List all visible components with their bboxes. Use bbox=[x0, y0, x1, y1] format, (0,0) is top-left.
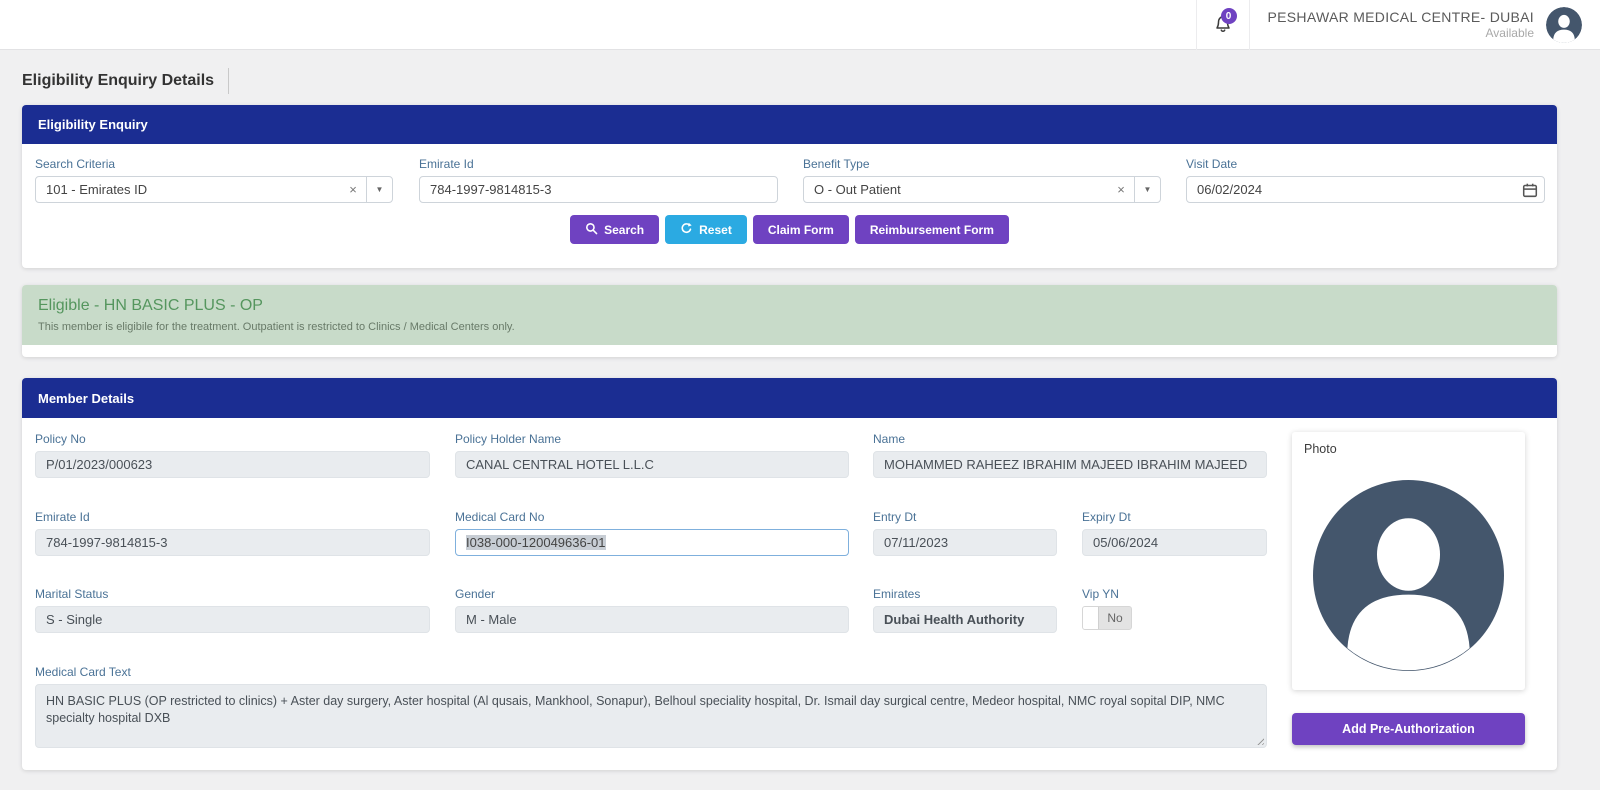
policy-holder-name-field: Policy Holder Name CANAL CENTRAL HOTEL L… bbox=[455, 432, 849, 478]
policy-no-field: Policy No P/01/2023/000623 bbox=[35, 432, 430, 478]
eligibility-alert-title: Eligible - HN BASIC PLUS - OP bbox=[38, 297, 263, 314]
clear-icon[interactable]: × bbox=[1109, 177, 1133, 202]
search-button-label: Search bbox=[604, 222, 645, 237]
medical-card-no-value: I038-000-120049636-01 bbox=[466, 535, 606, 550]
vip-yn-value: No bbox=[1107, 611, 1123, 625]
emirate-id-input[interactable] bbox=[419, 176, 778, 203]
policy-no-label: Policy No bbox=[35, 432, 86, 446]
medical-card-no-field: Medical Card No I038-000-120049636-01 bbox=[455, 510, 849, 556]
emirate-id-field: Emirate Id bbox=[419, 157, 778, 203]
member-details-panel: Member Details Policy No P/01/2023/00062… bbox=[22, 378, 1557, 770]
add-pre-authorization-button[interactable]: Add Pre-Authorization bbox=[1292, 713, 1525, 745]
entry-dt-field: Entry Dt 07/11/2023 bbox=[873, 510, 1057, 556]
title-divider bbox=[228, 68, 230, 94]
visit-date-label: Visit Date bbox=[1186, 157, 1238, 171]
resize-handle[interactable] bbox=[1255, 736, 1264, 745]
notifications-button[interactable]: 0 bbox=[1197, 0, 1249, 50]
clear-icon[interactable]: × bbox=[341, 177, 365, 202]
member-emirate-id-value: 784-1997-9814815-3 bbox=[35, 529, 430, 556]
notification-badge: 0 bbox=[1220, 8, 1237, 24]
marital-status-label: Marital Status bbox=[35, 587, 109, 601]
expiry-dt-field: Expiry Dt 05/06/2024 bbox=[1082, 510, 1267, 556]
reimbursement-form-button-label: Reimbursement Form bbox=[869, 222, 994, 237]
visit-date-input[interactable] bbox=[1186, 176, 1545, 203]
emirate-id-label: Emirate Id bbox=[419, 157, 474, 171]
topbar-divider bbox=[1248, 0, 1250, 50]
photo-card: Photo bbox=[1292, 432, 1525, 690]
policy-holder-name-value: CANAL CENTRAL HOTEL L.L.C bbox=[455, 451, 849, 478]
search-criteria-field: Search Criteria 101 - Emirates ID × ▼ bbox=[35, 157, 393, 203]
expiry-dt-value: 05/06/2024 bbox=[1082, 529, 1267, 556]
member-emirate-id-label: Emirate Id bbox=[35, 510, 90, 524]
clinic-name: PESHAWAR MEDICAL CENTRE- DUBAI bbox=[1267, 8, 1534, 25]
panel-header: Eligibility Enquiry bbox=[22, 105, 1557, 144]
chevron-down-icon[interactable]: ▼ bbox=[1134, 177, 1160, 202]
vip-toggle[interactable]: No bbox=[1082, 606, 1132, 630]
visit-date-field: Visit Date bbox=[1186, 157, 1545, 203]
policy-holder-name-label: Policy Holder Name bbox=[455, 432, 562, 446]
vip-yn-field: Vip YN No bbox=[1082, 587, 1267, 630]
policy-no-value: P/01/2023/000623 bbox=[35, 451, 430, 478]
page-title: Eligibility Enquiry Details bbox=[22, 72, 215, 89]
medical-card-text-label: Medical Card Text bbox=[35, 665, 131, 679]
gender-label: Gender bbox=[455, 587, 496, 601]
topbar: 0 PESHAWAR MEDICAL CENTRE- DUBAI Availab… bbox=[0, 0, 1600, 50]
emirates-value: Dubai Health Authority bbox=[873, 606, 1057, 633]
calendar-icon[interactable] bbox=[1521, 181, 1539, 199]
gender-value: M - Male bbox=[455, 606, 849, 633]
person-icon bbox=[1546, 7, 1582, 43]
claim-form-button[interactable]: Claim Form bbox=[752, 215, 849, 244]
medical-card-text-field: Medical Card Text HN BASIC PLUS (OP rest… bbox=[35, 665, 1267, 748]
claim-form-button-label: Claim Form bbox=[767, 222, 834, 237]
gender-field: Gender M - Male bbox=[455, 587, 849, 633]
reset-button-label: Reset bbox=[699, 222, 732, 237]
benefit-type-label: Benefit Type bbox=[803, 157, 870, 171]
member-name-value: MOHAMMED RAHEEZ IBRAHIM MAJEED IBRAHIM M… bbox=[873, 451, 1267, 478]
entry-dt-label: Entry Dt bbox=[873, 510, 917, 524]
emirates-label: Emirates bbox=[873, 587, 921, 601]
benefit-type-select[interactable]: O - Out Patient × ▼ bbox=[803, 176, 1161, 203]
reset-icon bbox=[680, 222, 693, 238]
member-photo-placeholder-icon bbox=[1313, 480, 1504, 671]
toggle-knob bbox=[1083, 607, 1099, 629]
eligibility-result-panel: Eligible - HN BASIC PLUS - OP This membe… bbox=[22, 285, 1557, 357]
panel-header: Member Details bbox=[22, 378, 1557, 418]
search-criteria-value: 101 - Emirates ID bbox=[46, 182, 148, 197]
entry-dt-value: 07/11/2023 bbox=[873, 529, 1057, 556]
medical-card-no-input[interactable]: I038-000-120049636-01 bbox=[455, 529, 849, 556]
search-criteria-label: Search Criteria bbox=[35, 157, 116, 171]
member-name-label: Name bbox=[873, 432, 906, 446]
reimbursement-form-button[interactable]: Reimbursement Form bbox=[854, 215, 1009, 244]
member-emirate-id-field: Emirate Id 784-1997-9814815-3 bbox=[35, 510, 430, 556]
vip-yn-label: Vip YN bbox=[1082, 587, 1119, 601]
reset-button[interactable]: Reset bbox=[665, 215, 747, 244]
expiry-dt-label: Expiry Dt bbox=[1082, 510, 1131, 524]
chevron-down-icon[interactable]: ▼ bbox=[366, 177, 392, 202]
search-button[interactable]: Search bbox=[570, 215, 660, 244]
eligibility-enquiry-panel: Eligibility Enquiry Search Criteria 101 … bbox=[22, 105, 1557, 268]
medical-card-text-area[interactable]: HN BASIC PLUS (OP restricted to clinics)… bbox=[35, 684, 1267, 748]
search-criteria-select[interactable]: 101 - Emirates ID × ▼ bbox=[35, 176, 393, 203]
enquiry-actions: Search Reset Claim Form Reimbursement Fo… bbox=[22, 215, 1557, 244]
search-icon bbox=[585, 222, 598, 238]
user-status: Available bbox=[1485, 26, 1534, 41]
benefit-type-field: Benefit Type O - Out Patient × ▼ bbox=[803, 157, 1161, 203]
eligibility-alert-message: This member is eligibile for the treatme… bbox=[38, 321, 515, 333]
medical-card-text-value: HN BASIC PLUS (OP restricted to clinics)… bbox=[46, 694, 1225, 725]
user-avatar[interactable] bbox=[1546, 7, 1582, 43]
marital-status-value: S - Single bbox=[35, 606, 430, 633]
emirates-field: Emirates Dubai Health Authority bbox=[873, 587, 1057, 633]
marital-status-field: Marital Status S - Single bbox=[35, 587, 430, 633]
page-title-row: Eligibility Enquiry Details bbox=[22, 68, 230, 94]
benefit-type-value: O - Out Patient bbox=[814, 182, 901, 197]
photo-label: Photo bbox=[1304, 442, 1337, 456]
member-name-field: Name MOHAMMED RAHEEZ IBRAHIM MAJEED IBRA… bbox=[873, 432, 1267, 478]
eligibility-alert: Eligible - HN BASIC PLUS - OP This membe… bbox=[22, 285, 1557, 345]
medical-card-no-label: Medical Card No bbox=[455, 510, 545, 524]
user-info: PESHAWAR MEDICAL CENTRE- DUBAI Available bbox=[1268, 9, 1534, 42]
